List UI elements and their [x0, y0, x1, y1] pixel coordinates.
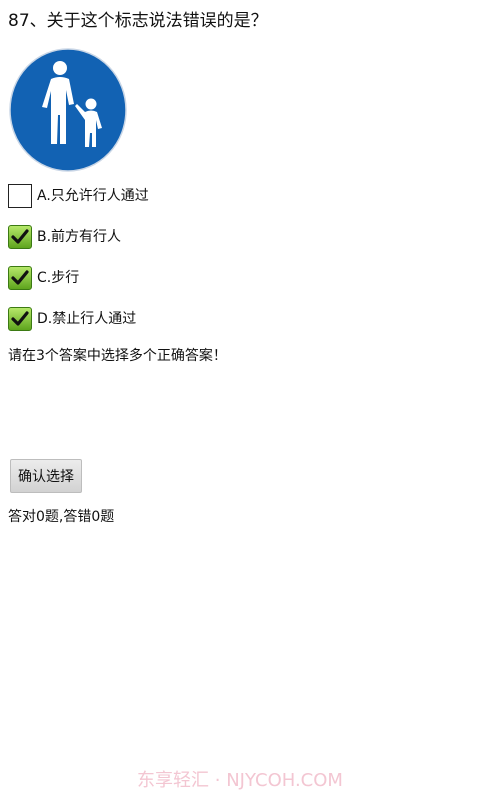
checkbox-unchecked-icon[interactable] — [8, 184, 32, 208]
option-b-label: B.前方有行人 — [37, 229, 122, 245]
option-a[interactable]: A.只允许行人通过 — [8, 183, 149, 209]
option-c-label: C.步行 — [37, 270, 80, 286]
watermark: 东享轻汇 · NJYCOH.COM — [137, 770, 343, 791]
score-text: 答对0题,答错0题 — [8, 509, 115, 525]
option-d[interactable]: D.禁止行人通过 — [8, 306, 136, 332]
option-c[interactable]: C.步行 — [8, 265, 79, 291]
option-d-label: D.禁止行人通过 — [37, 311, 137, 327]
hint-text: 请在3个答案中选择多个正确答案！ — [8, 348, 227, 364]
screen: 87、关于这个标志说法错误的是？ A.只允许行人通过 B.前方有行人 C.步行 — [0, 0, 480, 800]
question-text: 87、关于这个标志说法错误的是？ — [8, 11, 268, 31]
pedestrian-sign-icon — [9, 48, 127, 172]
checkbox-checked-icon[interactable] — [8, 266, 32, 290]
checkbox-checked-icon[interactable] — [8, 225, 32, 249]
option-b[interactable]: B.前方有行人 — [8, 224, 121, 250]
checkbox-checked-icon[interactable] — [8, 307, 32, 331]
option-a-label: A.只允许行人通过 — [37, 188, 149, 204]
confirm-button[interactable]: 确认选择 — [10, 459, 82, 493]
